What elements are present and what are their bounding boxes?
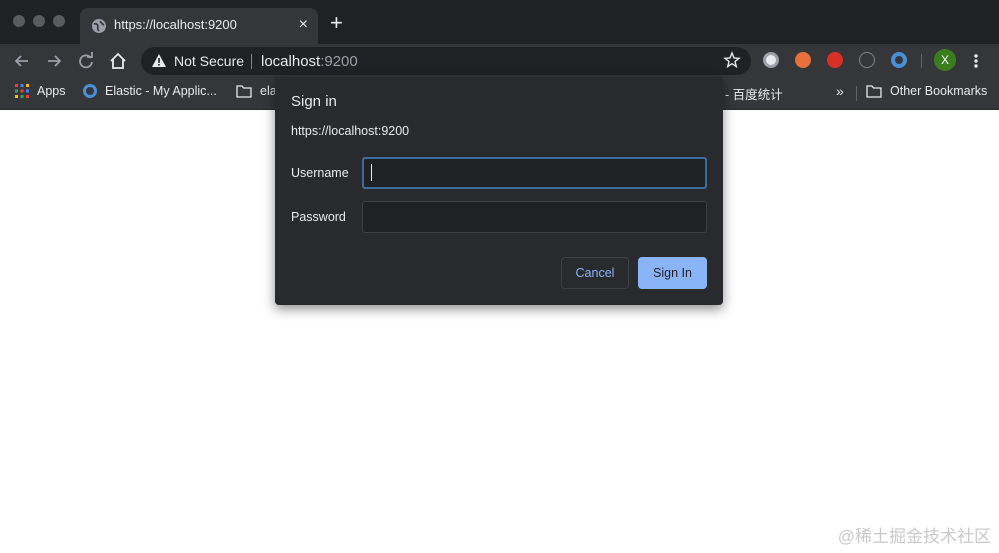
window-minimize-dot[interactable]	[33, 15, 45, 27]
cancel-button[interactable]: Cancel	[561, 257, 629, 289]
url-text[interactable]: localhost:9200	[261, 53, 358, 70]
bookmark-other-label: Other Bookmarks	[890, 84, 988, 98]
extension-info-icon[interactable]	[859, 52, 875, 68]
extension-hand-icon[interactable]	[827, 52, 843, 68]
toolbar-divider	[921, 54, 922, 68]
bookmark-apps[interactable]: Apps	[15, 84, 66, 98]
username-field[interactable]	[362, 157, 707, 189]
window-close-dot[interactable]	[13, 15, 25, 27]
bookmark-elastic[interactable]: Elastic - My Applic...	[83, 84, 217, 98]
dialog-origin: https://localhost:9200	[291, 124, 410, 138]
watermark: @稀土掘金技术社区	[837, 527, 991, 546]
folder-icon	[236, 84, 252, 98]
password-label: Password	[291, 210, 346, 224]
bookmark-elastic-label: Elastic - My Applic...	[105, 84, 217, 98]
text-caret	[371, 164, 372, 181]
bookmark-baidu[interactable]: I - 百度统计	[718, 84, 783, 103]
tab-strip: https://localhost:9200 × +	[0, 0, 999, 44]
security-status[interactable]: Not Secure	[174, 53, 244, 69]
address-bar[interactable]: Not Secure localhost:9200	[141, 47, 751, 75]
omnibox-divider	[251, 54, 252, 69]
password-field[interactable]	[362, 201, 707, 233]
url-port: :9200	[320, 53, 358, 70]
home-icon[interactable]	[105, 48, 131, 74]
bookmarks-overflow-button[interactable]: »	[836, 83, 844, 99]
sign-in-button[interactable]: Sign In	[638, 257, 707, 289]
apps-grid-icon	[15, 84, 29, 98]
browser-window: https://localhost:9200 × + Not Secure lo…	[0, 0, 999, 553]
folder-icon	[866, 84, 882, 98]
reload-icon[interactable]	[73, 48, 99, 74]
menu-dots-icon[interactable]	[968, 48, 984, 74]
dialog-title: Sign in	[291, 93, 337, 110]
new-tab-button[interactable]: +	[330, 12, 343, 34]
tab-close-icon[interactable]: ×	[299, 16, 308, 34]
bookmark-star-icon[interactable]	[723, 51, 741, 69]
bookmark-baidu-label: I - 百度统计	[718, 88, 783, 102]
active-tab[interactable]: https://localhost:9200 ×	[80, 8, 318, 44]
toolbar: Not Secure localhost:9200 X	[0, 44, 999, 77]
tab-title: https://localhost:9200	[114, 17, 237, 32]
globe-icon	[92, 19, 106, 33]
extension-orange-icon[interactable]	[795, 52, 811, 68]
extension-blue-ring-icon[interactable]	[891, 52, 907, 68]
username-label: Username	[291, 166, 349, 180]
bookmark-other[interactable]: Other Bookmarks	[866, 84, 987, 98]
url-host: localhost	[261, 53, 321, 70]
bookmark-apps-label: Apps	[37, 84, 66, 98]
bookmark-folder-ela[interactable]: ela	[236, 84, 277, 98]
back-icon[interactable]	[9, 48, 35, 74]
bookmarks-divider	[856, 86, 857, 101]
profile-avatar[interactable]: X	[934, 49, 956, 71]
warning-icon[interactable]	[152, 54, 166, 67]
forward-icon[interactable]	[41, 48, 67, 74]
extension-record-icon[interactable]	[763, 52, 779, 68]
window-zoom-dot[interactable]	[53, 15, 65, 27]
elastic-icon	[83, 84, 97, 98]
sign-in-dialog: Sign in https://localhost:9200 Username …	[275, 77, 723, 305]
